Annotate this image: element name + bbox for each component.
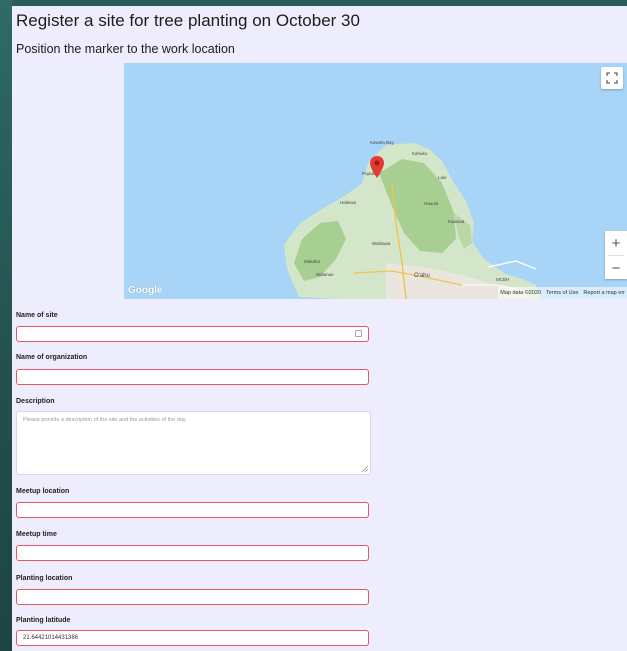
map-attribution: Map data ©2020 Terms of Use Report a map… (498, 287, 627, 299)
description-placeholder: Please provide a description of the site… (23, 417, 186, 423)
resize-handle-icon[interactable] (362, 466, 368, 472)
map-zoom-control: + − (605, 231, 627, 279)
map-place-oahu: O'ahu (414, 273, 430, 279)
map-fullscreen-button[interactable] (601, 67, 623, 89)
map-place-waianae: Waianae (316, 272, 334, 277)
map-place-kahuku: Kahuku (412, 151, 428, 156)
map-marker-icon[interactable] (370, 156, 384, 178)
map-place-mcbh: MCBH (496, 277, 510, 282)
meetup-time-label: Meetup time (16, 531, 57, 538)
map-place-haleiwa: Haleiwa (340, 200, 357, 205)
map-place-kaaawa: Kaaawa (448, 219, 465, 224)
map-place-laie: Laie (438, 175, 447, 180)
zoom-in-button[interactable]: + (605, 231, 627, 255)
planting-location-label: Planting location (16, 575, 73, 582)
fullscreen-icon (606, 72, 618, 84)
slide-left-border (0, 0, 12, 651)
map-place-kawela-bay: Kawela Bay (370, 140, 394, 145)
description-label: Description (16, 398, 55, 405)
page-title: Register a site for tree planting on Oct… (16, 11, 360, 30)
map-data-credit: Map data ©2020 (500, 290, 542, 296)
site-name-input[interactable] (16, 326, 369, 342)
planting-latitude-value: 21.64421014431386 (23, 635, 79, 641)
meetup-location-label: Meetup location (16, 488, 70, 495)
zoom-out-button[interactable]: − (605, 256, 627, 280)
meetup-location-input[interactable] (16, 502, 369, 518)
planting-latitude-label: Planting latitude (16, 617, 71, 624)
registration-page: Register a site for tree planting on Oct… (12, 6, 627, 651)
organization-label: Name of organization (16, 354, 88, 361)
planting-location-input[interactable] (16, 589, 369, 605)
map-place-hauula: Hauula (424, 201, 439, 206)
planting-latitude-input[interactable]: 21.64421014431386 (16, 630, 369, 646)
oahu-island-shape (284, 143, 542, 299)
meetup-time-input[interactable] (16, 545, 369, 561)
terms-of-use-link[interactable]: Terms of Use (546, 287, 578, 299)
google-logo: Google (128, 285, 163, 296)
map-place-makaha: Makaha (304, 259, 321, 264)
description-textarea[interactable]: Please provide a description of the site… (16, 411, 371, 475)
site-name-label: Name of site (16, 312, 58, 319)
report-map-error-link[interactable]: Report a map err (583, 287, 625, 299)
organization-input[interactable] (16, 369, 369, 385)
location-map[interactable]: Kawela Bay Kahuku Pupukea Laie Haleiwa H… (124, 63, 627, 299)
autofill-icon (355, 330, 362, 337)
page-subtitle: Position the marker to the work location (16, 42, 235, 56)
map-place-wahiawa: Wahiawa (372, 241, 391, 246)
